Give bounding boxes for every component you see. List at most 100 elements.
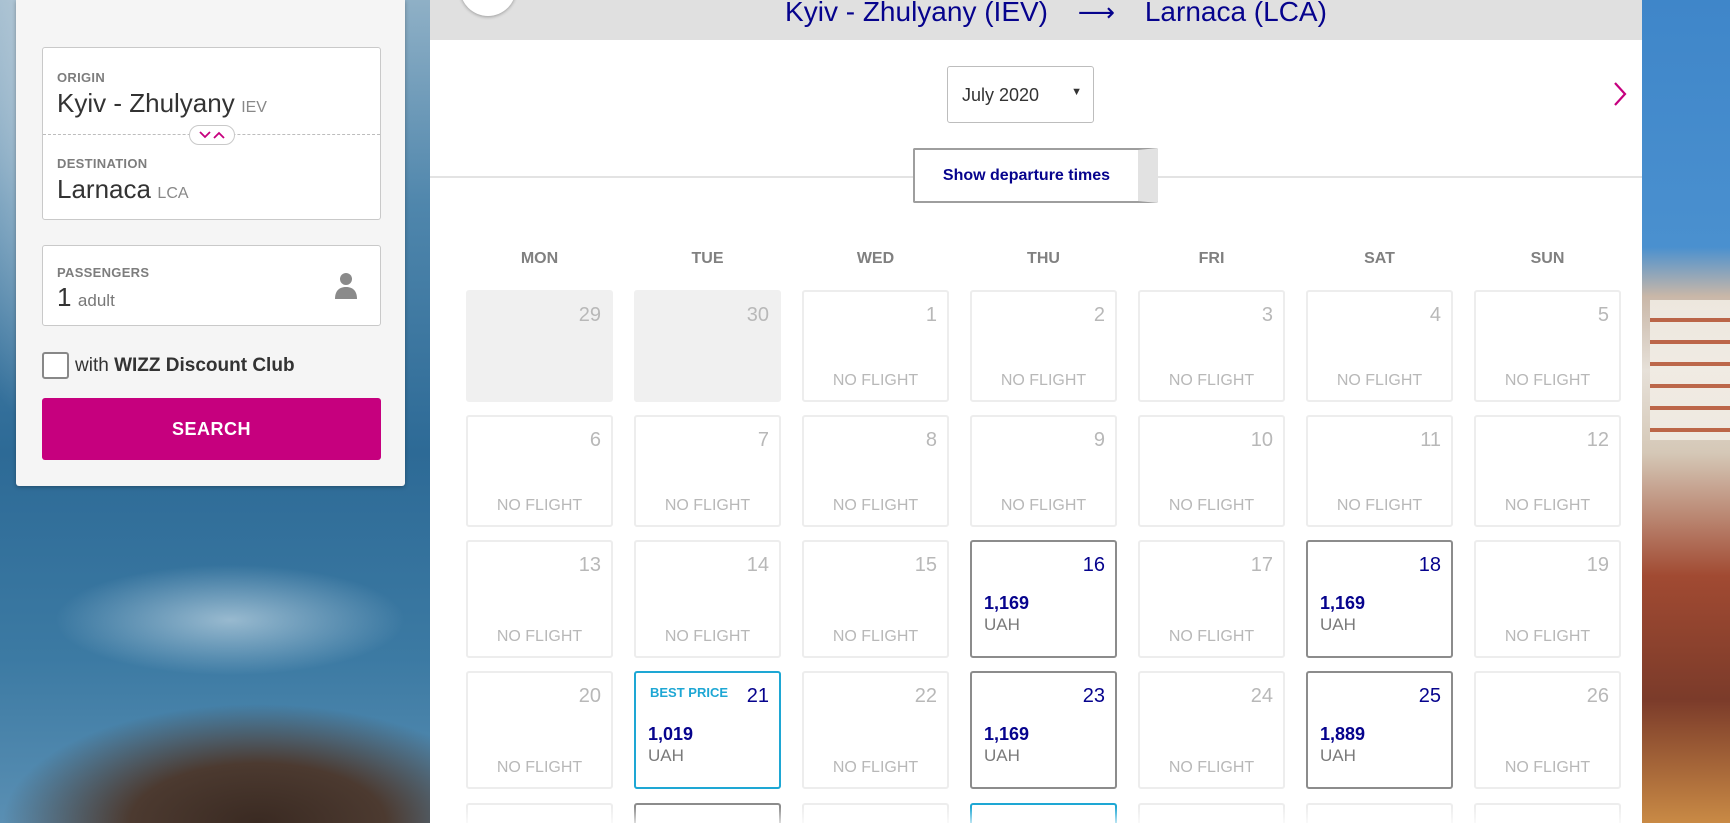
calendar-day-29: 29 [466, 290, 613, 402]
calendar-day-10: 10 NO FLIGHT [1138, 415, 1285, 527]
destination-city: Larnaca [57, 174, 151, 204]
origin-code: IEV [241, 99, 267, 116]
calendar-day-21[interactable]: 21 BEST PRICE 1,019 UAH [634, 671, 781, 789]
day-number: 12 [1586, 429, 1609, 451]
fare-price: 1,889 [1320, 724, 1366, 744]
show-departure-times-button[interactable]: Show departure times [913, 148, 1158, 203]
no-flight-label: NO FLIGHT [496, 759, 583, 776]
day-number: 10 [1250, 429, 1273, 451]
calendar-day-1: 1 NO FLIGHT [802, 290, 949, 402]
destination-code: LCA [157, 185, 189, 202]
header-origin: Kyiv - Zhulyany (IEV) [785, 0, 1048, 27]
origin-field[interactable]: ORIGIN Kyiv - Zhulyany IEV [57, 70, 267, 119]
route-title: Kyiv - Zhulyany (IEV) ⟶ Larnaca (LCA) [785, 0, 1327, 28]
day-number: 24 [1250, 685, 1273, 707]
calendar-day-7: 7 NO FLIGHT [634, 415, 781, 527]
calendar-day-25[interactable]: 25 1,889 UAH [1306, 671, 1453, 789]
route-arrow-icon: ⟶ [1077, 0, 1116, 27]
calendar-day-8: 8 NO FLIGHT [802, 415, 949, 527]
discount-club-checkbox[interactable] [42, 352, 69, 379]
day-number: 19 [1586, 554, 1609, 576]
fare-price: 1,169 [984, 724, 1030, 744]
best-price-badge: BEST PRICE [650, 685, 729, 700]
show-departure-times-label: Show departure times [942, 167, 1111, 184]
calendar-day-3: 3 NO FLIGHT [1138, 290, 1285, 402]
swap-route-button[interactable] [189, 125, 235, 145]
background-rocks [0, 703, 430, 823]
day-number: 18 [1418, 554, 1441, 576]
no-flight-label: NO FLIGHT [1336, 497, 1423, 514]
fare-currency: UAH [648, 746, 684, 765]
day-number: 26 [1586, 685, 1609, 707]
calendar-cell-partial [802, 803, 949, 823]
passengers-field[interactable]: PASSENGERS 1 adult [42, 245, 381, 326]
calendar-day-23[interactable]: 23 1,169 UAH [970, 671, 1117, 789]
day-number: 6 [589, 429, 601, 451]
calendar-day-19: 19 NO FLIGHT [1474, 540, 1621, 658]
header-destination: Larnaca (LCA) [1144, 0, 1327, 27]
discount-club-option[interactable]: with WIZZ Discount Club [42, 352, 295, 379]
calendar-cell-partial [634, 803, 781, 823]
day-number: 16 [1082, 554, 1105, 576]
day-number: 17 [1250, 554, 1273, 576]
day-number: 9 [1093, 429, 1105, 451]
destination-field[interactable]: DESTINATION Larnaca LCA [57, 156, 189, 205]
search-panel: ORIGIN Kyiv - Zhulyany IEV DESTINATION L… [16, 0, 405, 486]
day-number: 2 [1093, 304, 1105, 326]
no-flight-label: NO FLIGHT [832, 628, 919, 645]
destination-label: DESTINATION [57, 156, 148, 171]
discount-prefix: with [75, 354, 109, 376]
route-selector: ORIGIN Kyiv - Zhulyany IEV DESTINATION L… [42, 47, 381, 220]
day-number: 14 [746, 554, 769, 576]
calendar-day-9: 9 NO FLIGHT [970, 415, 1117, 527]
background-surf [40, 560, 420, 680]
calendar-day-20: 20 NO FLIGHT [466, 671, 613, 789]
no-flight-label: NO FLIGHT [832, 497, 919, 514]
day-number: 3 [1261, 304, 1273, 326]
calendar-cell-partial [1474, 803, 1621, 823]
no-flight-label: NO FLIGHT [1336, 372, 1423, 389]
calendar-cell-partial [466, 803, 613, 823]
calendar-day-16[interactable]: 16 1,169 UAH [970, 540, 1117, 658]
weekday-sun: SUN [1530, 250, 1565, 267]
month-select[interactable]: July 2020 ▼ [947, 66, 1094, 123]
calendar-day-30: 30 [634, 290, 781, 402]
day-number: 30 [746, 304, 769, 326]
day-number: 23 [1082, 685, 1105, 707]
no-flight-label: NO FLIGHT [664, 497, 751, 514]
no-flight-label: NO FLIGHT [1504, 372, 1591, 389]
fare-currency: UAH [1320, 746, 1356, 765]
calendar-cell-partial [1306, 803, 1453, 823]
no-flight-label: NO FLIGHT [664, 628, 751, 645]
day-number: 1 [925, 304, 937, 326]
dropdown-caret-icon: ▼ [1071, 86, 1082, 98]
calendar-day-22: 22 NO FLIGHT [802, 671, 949, 789]
no-flight-label: NO FLIGHT [832, 372, 919, 389]
passengers-unit: adult [77, 291, 115, 310]
passengers-label: PASSENGERS [57, 265, 150, 280]
no-flight-label: NO FLIGHT [1000, 497, 1087, 514]
person-icon [335, 273, 357, 299]
day-number: 4 [1429, 304, 1441, 326]
swap-chevrons-icon [199, 131, 225, 139]
no-flight-label: NO FLIGHT [1168, 759, 1255, 776]
day-number: 29 [578, 304, 601, 326]
fare-price: 1,169 [1320, 593, 1366, 613]
day-number: 25 [1418, 685, 1441, 707]
month-select-value: July 2020 [962, 85, 1040, 105]
day-number: 13 [578, 554, 601, 576]
day-number: 20 [578, 685, 601, 707]
background-coast-image [1640, 0, 1730, 823]
calendar-day-18[interactable]: 18 1,169 UAH [1306, 540, 1453, 658]
no-flight-label: NO FLIGHT [496, 628, 583, 645]
next-month-chevron-icon[interactable] [1610, 80, 1630, 108]
fare-price: 1,169 [984, 593, 1030, 613]
passengers-count: 1 [57, 282, 72, 312]
flight-calendar-panel: Kyiv - Zhulyany (IEV) ⟶ Larnaca (LCA) Ju… [430, 0, 1642, 823]
no-flight-label: NO FLIGHT [1000, 372, 1087, 389]
weekday-mon: MON [520, 250, 559, 267]
no-flight-label: NO FLIGHT [1168, 628, 1255, 645]
calendar-day-12: 12 NO FLIGHT [1474, 415, 1621, 527]
search-button[interactable]: SEARCH [42, 398, 381, 460]
origin-label: ORIGIN [57, 70, 106, 85]
